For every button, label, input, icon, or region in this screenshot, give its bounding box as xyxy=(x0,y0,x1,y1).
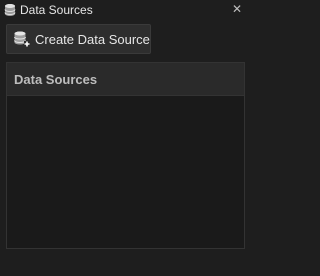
list-header: Data Sources xyxy=(7,63,244,96)
add-database-icon xyxy=(13,30,31,48)
list-body[interactable] xyxy=(7,96,244,248)
data-sources-list[interactable]: Data Sources xyxy=(6,62,245,249)
close-icon[interactable]: ✕ xyxy=(230,2,244,16)
panel-title-bar: Data Sources ✕ xyxy=(0,0,250,20)
panel-title: Data Sources xyxy=(20,3,93,17)
data-sources-panel: Data Sources ✕ Create Data Source Data S… xyxy=(0,0,250,276)
create-data-source-button[interactable]: Create Data Source xyxy=(6,24,151,54)
create-data-source-label: Create Data Source xyxy=(35,31,150,47)
database-icon xyxy=(3,3,17,17)
